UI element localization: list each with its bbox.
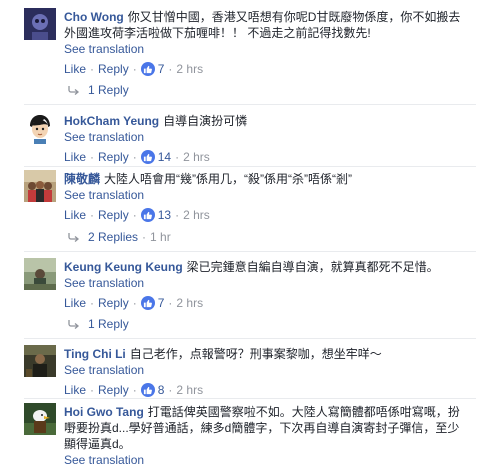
timestamp[interactable]: 2 hrs bbox=[176, 295, 203, 311]
separator: · bbox=[90, 296, 95, 310]
comment-text: Cho Wong 你又甘憎中國，香港又唔想有你呢D甘既廢物係度，你不如搬去 bbox=[64, 9, 476, 25]
comment-author[interactable]: Cho Wong bbox=[64, 10, 124, 24]
like-button[interactable]: Like bbox=[64, 207, 86, 223]
reply-button[interactable]: Reply bbox=[98, 61, 129, 77]
comment-body-line1: 大陸人唔會用“幾”係用几，“殺”係用“杀”唔係“剎” bbox=[104, 172, 352, 186]
comment-text: Ting Chi Li 自己老作，点報警呀？刑事案黎咖，想坐牢咩～ bbox=[64, 346, 476, 362]
avatar[interactable] bbox=[24, 345, 56, 377]
separator: · bbox=[168, 62, 173, 76]
view-replies-link[interactable]: 1 Reply bbox=[68, 82, 129, 98]
view-replies-link[interactable]: 1 Reply bbox=[68, 316, 129, 332]
comment-actions: Like · Reply · 7 · 2 hrs bbox=[64, 295, 476, 311]
separator: · bbox=[90, 150, 95, 164]
comment-text: Keung Keung Keung 梁已完鍾意自編自導自演，就算真都死不足惜。 bbox=[64, 259, 476, 275]
comment-body-line1: 自導自演扮可憐 bbox=[163, 114, 248, 128]
replies-count-label: 2 Replies bbox=[88, 230, 139, 244]
reply-arrow-icon bbox=[68, 320, 80, 329]
separator: · bbox=[175, 150, 180, 164]
reaction-count[interactable]: 7 bbox=[140, 295, 165, 311]
comment-body-line3: 顯得逼真d。 bbox=[64, 437, 131, 451]
reply-arrow-icon bbox=[68, 86, 80, 95]
replies-count-label: 1 Reply bbox=[88, 83, 129, 97]
comment-body-line2: 外國進攻荷李活啦做下茄喱啡！！ 不過走之前記得找數先! bbox=[64, 26, 371, 40]
comment-text: Hoi Gwo Tang 打電話俾英國警察啦不如。大陸人寫簡體都唔係咁寫嘅，扮 bbox=[64, 404, 476, 420]
thumbs-up-icon bbox=[140, 62, 155, 76]
like-button[interactable]: Like bbox=[64, 382, 86, 398]
thumbs-up-icon bbox=[140, 208, 155, 222]
separator: · bbox=[132, 296, 137, 310]
like-button[interactable]: Like bbox=[64, 295, 86, 311]
separator: · bbox=[132, 62, 137, 76]
thumbs-up-icon bbox=[140, 150, 155, 164]
separator: · bbox=[132, 383, 137, 397]
divider bbox=[24, 104, 476, 105]
separator: · bbox=[168, 383, 173, 397]
reaction-count[interactable]: 8 bbox=[140, 382, 165, 398]
like-button[interactable]: Like bbox=[64, 149, 86, 165]
reply-button[interactable]: Reply bbox=[98, 295, 129, 311]
comment-actions: Like · Reply · 7 · 2 hrs bbox=[64, 61, 476, 77]
timestamp[interactable]: 2 hrs bbox=[176, 61, 203, 77]
timestamp[interactable]: 2 hrs bbox=[183, 207, 210, 223]
comment-author[interactable]: Keung Keung Keung bbox=[64, 260, 183, 274]
comment-actions: Like · Reply · 14 · 2 hrs bbox=[64, 149, 476, 165]
avatar[interactable] bbox=[24, 112, 56, 144]
comment-actions: Like · Reply · 13 · 2 hrs bbox=[64, 207, 476, 223]
thumbs-up-icon bbox=[140, 296, 155, 310]
reaction-count[interactable]: 7 bbox=[140, 61, 165, 77]
see-translation-link[interactable]: See translation bbox=[64, 129, 476, 145]
separator: · bbox=[90, 62, 95, 76]
replies-timestamp: 1 hr bbox=[150, 230, 171, 244]
comment-author[interactable]: 陳敬麟 bbox=[64, 172, 100, 186]
comment-actions: Like · Reply · 8 · 2 hrs bbox=[64, 382, 476, 398]
comment-body-line1: 自己老作，点報警呀？刑事案黎咖，想坐牢咩～ bbox=[129, 347, 382, 361]
separator: · bbox=[175, 208, 180, 222]
comment-body-line1: 你又甘憎中國，香港又唔想有你呢D甘既廢物係度，你不如搬去 bbox=[127, 10, 461, 24]
reply-button[interactable]: Reply bbox=[98, 149, 129, 165]
like-count: 14 bbox=[157, 150, 172, 164]
view-replies-link[interactable]: 2 Replies · 1 hr bbox=[68, 229, 171, 245]
reply-button[interactable]: Reply bbox=[98, 382, 129, 398]
like-button[interactable]: Like bbox=[64, 61, 86, 77]
like-count: 7 bbox=[157, 62, 165, 76]
comment-text: 陳敬麟 大陸人唔會用“幾”係用几，“殺”係用“杀”唔係“剎” bbox=[64, 171, 476, 187]
avatar[interactable] bbox=[24, 403, 56, 435]
see-translation-link[interactable]: See translation bbox=[64, 452, 476, 468]
avatar[interactable] bbox=[24, 170, 56, 202]
divider bbox=[24, 251, 476, 252]
replies-separator: · bbox=[142, 230, 147, 244]
separator: · bbox=[132, 150, 137, 164]
comment-author[interactable]: Hoi Gwo Tang bbox=[64, 405, 144, 419]
timestamp[interactable]: 2 hrs bbox=[176, 382, 203, 398]
thumbs-up-icon bbox=[140, 383, 155, 397]
separator: · bbox=[168, 296, 173, 310]
comment-body-line1: 打電話俾英國警察啦不如。大陸人寫簡體都唔係咁寫嘅，扮 bbox=[147, 405, 460, 419]
separator: · bbox=[90, 383, 95, 397]
like-count: 8 bbox=[157, 383, 165, 397]
avatar[interactable] bbox=[24, 258, 56, 290]
see-translation-link[interactable]: See translation bbox=[64, 41, 476, 57]
divider bbox=[24, 166, 476, 167]
see-translation-link[interactable]: See translation bbox=[64, 275, 476, 291]
separator: · bbox=[132, 208, 137, 222]
avatar[interactable] bbox=[24, 8, 56, 40]
reaction-count[interactable]: 13 bbox=[140, 207, 172, 223]
like-count: 7 bbox=[157, 296, 165, 310]
comment-body-line1: 梁已完鍾意自編自導自演，就算真都死不足惜。 bbox=[186, 260, 439, 274]
comment-text: HokCham Yeung 自導自演扮可憐 bbox=[64, 113, 476, 129]
see-translation-link[interactable]: See translation bbox=[64, 187, 476, 203]
replies-count-label: 1 Reply bbox=[88, 317, 129, 331]
separator: · bbox=[90, 208, 95, 222]
timestamp[interactable]: 2 hrs bbox=[183, 149, 210, 165]
reply-arrow-icon bbox=[68, 233, 80, 242]
comment-author[interactable]: Ting Chi Li bbox=[64, 347, 126, 361]
divider bbox=[24, 398, 476, 399]
see-translation-link[interactable]: See translation bbox=[64, 362, 476, 378]
divider bbox=[24, 338, 476, 339]
like-count: 13 bbox=[157, 208, 172, 222]
reaction-count[interactable]: 14 bbox=[140, 149, 172, 165]
comment-author[interactable]: HokCham Yeung bbox=[64, 114, 159, 128]
comment-body-line2: 嘢要扮真d...學好普通話，練多d簡體字，下次再自導自演寄封子彈信，至少 bbox=[64, 421, 460, 435]
reply-button[interactable]: Reply bbox=[98, 207, 129, 223]
